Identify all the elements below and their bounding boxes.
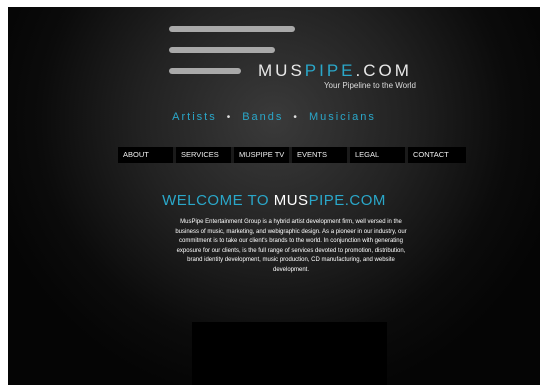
category-links: Artists • Bands • Musicians (8, 111, 540, 123)
nav-item-services[interactable]: SERVICES (176, 147, 234, 163)
logo-bar (169, 68, 241, 74)
logo-tagline: Your Pipeline to the World (323, 81, 416, 90)
page-canvas: MUSPIPE.COM Your Pipeline to the World A… (8, 7, 540, 385)
welcome-heading: WELCOME TO MUSPIPE.COM (8, 192, 540, 209)
category-separator: • (293, 111, 299, 123)
intro-paragraph: MusPipe Entertainment Group is a hybrid … (175, 219, 407, 273)
logo-wordmark-primary: MUS (258, 61, 305, 80)
category-link-artists[interactable]: Artists (172, 111, 217, 123)
logo-bar (169, 26, 295, 32)
logo-wordmark-accent: PIPE (304, 61, 356, 80)
logo-wordmark-suffix: .COM (355, 61, 412, 80)
video-player[interactable] (192, 322, 387, 385)
welcome-heading-accent: PIPE.COM (308, 192, 386, 209)
welcome-heading-prefix: WELCOME TO (162, 192, 274, 209)
nav-item-muspipe-tv[interactable]: MUSPIPE TV (234, 147, 292, 163)
logo-bar (169, 47, 275, 53)
category-link-bands[interactable]: Bands (242, 111, 283, 123)
nav-item-events[interactable]: EVENTS (292, 147, 350, 163)
nav-item-contact[interactable]: CONTACT (408, 147, 466, 163)
logo-wordmark: MUSPIPE.COM (258, 61, 418, 81)
category-link-musicians[interactable]: Musicians (309, 111, 376, 123)
nav-item-about[interactable]: ABOUT (118, 147, 176, 163)
nav-item-legal[interactable]: LEGAL (350, 147, 408, 163)
welcome-heading-mid: MUS (273, 192, 309, 209)
main-nav: ABOUT SERVICES MUSPIPE TV EVENTS LEGAL C… (118, 147, 466, 163)
category-separator: • (226, 111, 233, 123)
